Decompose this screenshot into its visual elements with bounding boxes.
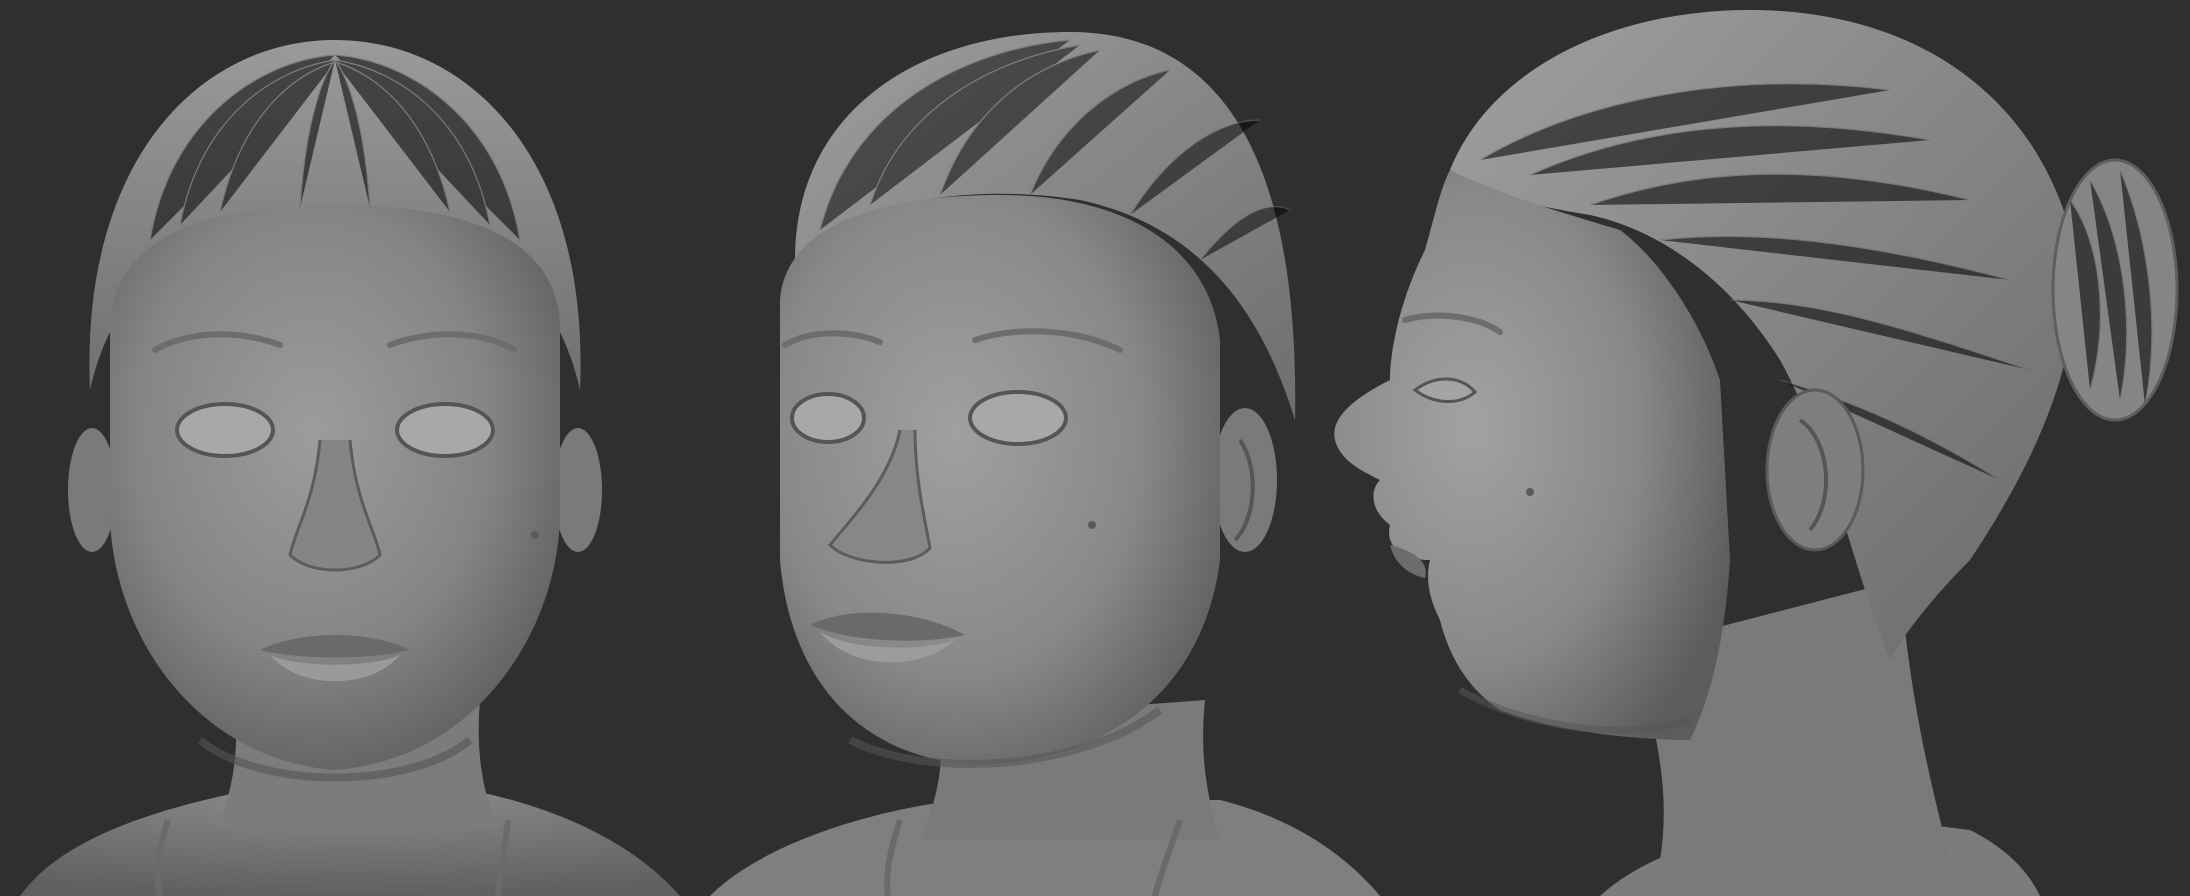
face-shape — [1334, 170, 1730, 740]
mole — [1526, 488, 1534, 496]
three-quarter-view — [700, 0, 1400, 896]
face-shape — [780, 195, 1220, 765]
ear-right — [554, 428, 602, 552]
sculpt-turnaround-canvas — [0, 0, 2190, 896]
eye-right — [968, 390, 1068, 446]
eye-left — [790, 392, 866, 444]
mole — [531, 531, 539, 539]
front-view — [0, 0, 720, 896]
ear-left — [68, 428, 116, 552]
ear-right — [1213, 408, 1277, 552]
profile-view-render — [1334, 10, 2179, 896]
three-quarter-view-render — [710, 32, 1380, 896]
profile-view — [1330, 0, 2190, 896]
eye-right — [395, 402, 495, 458]
eye-left — [175, 402, 275, 458]
front-view-render — [20, 40, 680, 896]
mole — [1088, 521, 1096, 529]
